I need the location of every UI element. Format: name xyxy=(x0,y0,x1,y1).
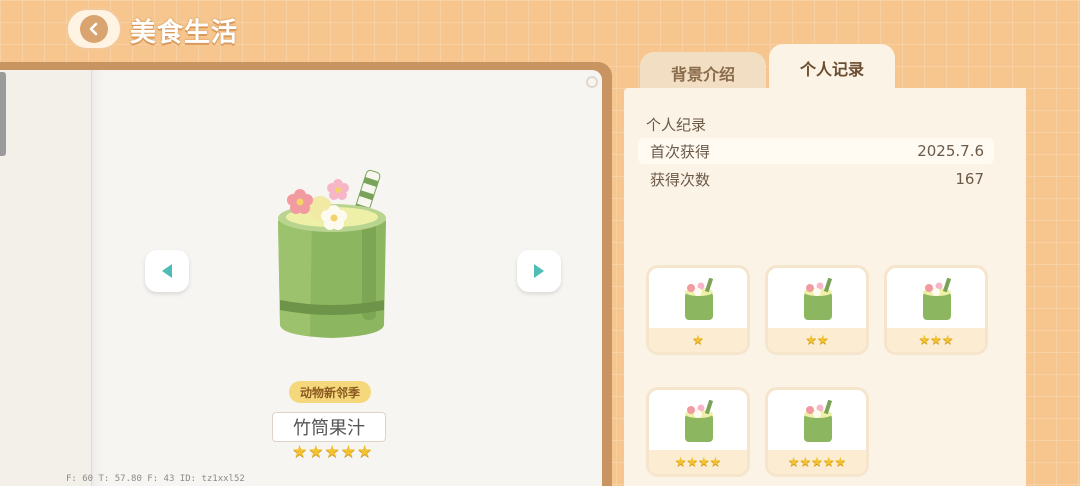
debug-info: F: 60 T: 57.80 F: 43 ID: tz1xxl52 xyxy=(66,474,245,484)
variant-stars: ★★★★★ xyxy=(768,450,866,474)
chevron-left-icon xyxy=(80,15,108,43)
bamboo-juice-thumb xyxy=(804,278,833,320)
record-label: 首次获得 xyxy=(650,142,711,161)
record-row: 获得次数 167 xyxy=(638,166,994,192)
variant-stars: ★★★★ xyxy=(649,450,747,474)
bamboo-juice-thumb xyxy=(804,400,833,442)
bamboo-juice-thumb xyxy=(685,400,714,442)
variant-stars: ★★★ xyxy=(887,328,985,352)
item-rating-stars: ★★★★★ xyxy=(292,442,374,462)
variant-card-1[interactable]: ★ xyxy=(646,265,750,355)
variant-stars: ★ xyxy=(649,328,747,352)
record-value: 167 xyxy=(955,170,984,188)
variant-card-5[interactable]: ★★★★★ xyxy=(765,387,869,477)
variant-stars: ★★ xyxy=(768,328,866,352)
record-row: 首次获得 2025.7.6 xyxy=(638,138,994,164)
record-label: 获得次数 xyxy=(650,170,711,189)
bamboo-juice-image xyxy=(278,169,386,338)
scroll-indicator[interactable] xyxy=(0,72,6,156)
page-corner-icon xyxy=(586,76,598,88)
book-left-page xyxy=(0,70,92,486)
triangle-right-icon xyxy=(534,264,544,278)
bamboo-juice-thumb xyxy=(923,278,952,320)
record-value: 2025.7.6 xyxy=(917,142,984,160)
season-badge: 动物新邻季 xyxy=(289,381,371,403)
back-button[interactable] xyxy=(66,8,122,50)
tab-personal-record[interactable]: 个人记录 xyxy=(769,44,895,92)
triangle-left-icon xyxy=(162,264,172,278)
page-title: 美食生活 xyxy=(130,18,239,48)
next-item-button[interactable] xyxy=(517,250,561,292)
variant-card-3[interactable]: ★★★ xyxy=(884,265,988,355)
prev-item-button[interactable] xyxy=(145,250,189,292)
variant-card-2[interactable]: ★★ xyxy=(765,265,869,355)
record-heading: 个人纪录 xyxy=(646,116,707,134)
bamboo-juice-thumb xyxy=(685,278,714,320)
item-name: 竹筒果汁 xyxy=(272,412,386,442)
variant-card-4[interactable]: ★★★★ xyxy=(646,387,750,477)
